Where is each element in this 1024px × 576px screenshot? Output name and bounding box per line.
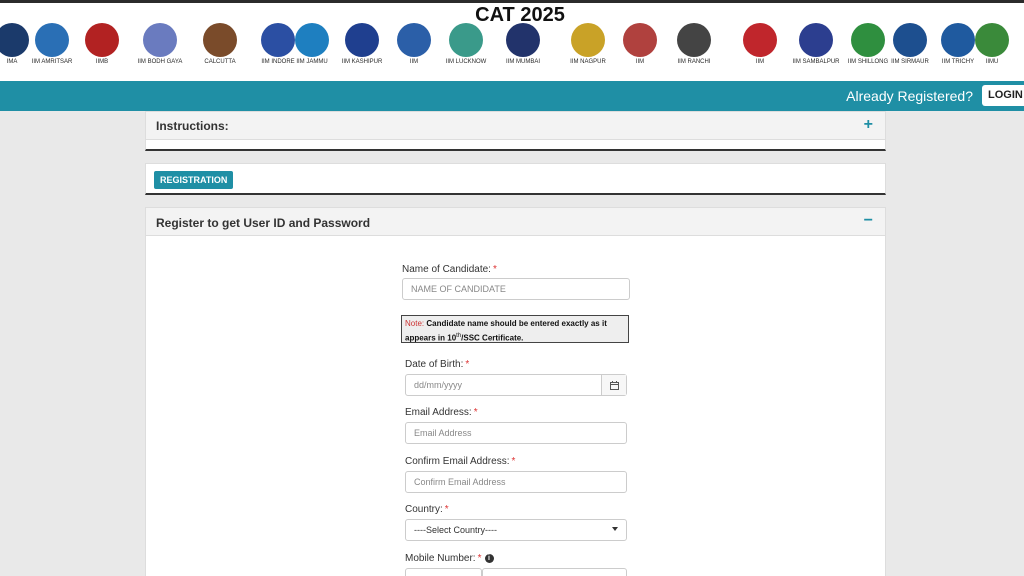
logo-emblem-icon xyxy=(345,23,379,57)
logo-caption: IIM xyxy=(409,59,419,65)
logo-caption: IIM NAGPUR xyxy=(570,59,606,65)
dob-input[interactable]: dd/mm/yyyy xyxy=(405,374,627,396)
country-selected-value: ----Select Country---- xyxy=(414,525,498,535)
logo-emblem-icon xyxy=(506,23,540,57)
country-select[interactable]: ----Select Country---- xyxy=(405,519,627,541)
instructions-panel: Instructions: + xyxy=(145,111,886,151)
calendar-icon[interactable] xyxy=(601,375,626,395)
institute-logo: IIM LUCKNOW xyxy=(436,23,496,77)
register-form-header[interactable]: Register to get User ID and Password − xyxy=(146,208,885,236)
name-label: Name of Candidate: * xyxy=(402,264,497,275)
institute-logo: IIM SAMBALPUR xyxy=(786,23,846,77)
institute-logo: IIM BODH GAYA xyxy=(130,23,190,77)
logo-emblem-icon xyxy=(571,23,605,57)
instructions-header[interactable]: Instructions: + xyxy=(146,112,885,140)
institute-logo: IIMB xyxy=(72,23,132,77)
logo-emblem-icon xyxy=(449,23,483,57)
logo-caption: IIM LUCKNOW xyxy=(445,59,487,65)
institute-logo-banner: CAT 2025 IMA IIM AMRITSAR IIMB IIM BODH GAY… xyxy=(0,3,1024,81)
required-marker: * xyxy=(465,359,470,370)
logo-emblem-icon xyxy=(397,23,431,57)
logo-caption: IIM JAMMU xyxy=(296,59,328,65)
required-marker: * xyxy=(511,456,516,467)
registration-tab[interactable]: REGISTRATION xyxy=(154,171,234,189)
logo-emblem-icon xyxy=(743,23,777,57)
logo-caption: IIM AMRITSAR xyxy=(31,59,73,65)
logo-emblem-icon xyxy=(677,23,711,57)
institute-logo: IIM xyxy=(384,23,444,77)
mobile-label-text: Mobile Number: xyxy=(405,553,476,564)
logo-emblem-icon xyxy=(35,23,69,57)
mobile-label: Mobile Number: * i xyxy=(405,553,494,564)
country-label-text: Country: xyxy=(405,504,443,515)
logo-caption: IMA xyxy=(6,59,18,65)
institute-logo: CALCUTTA xyxy=(190,23,250,77)
instructions-title: Instructions: xyxy=(156,119,229,133)
institute-logo: IIM xyxy=(730,23,790,77)
country-label: Country: * xyxy=(405,504,449,515)
name-label-text: Name of Candidate: xyxy=(402,264,491,275)
institute-logo: IIM xyxy=(610,23,670,77)
top-nav-bar: Already Registered? LOGIN H xyxy=(0,81,1024,111)
confirm-email-label-text: Confirm Email Address: xyxy=(405,456,510,467)
required-marker: * xyxy=(477,553,482,564)
confirm-email-label: Confirm Email Address: * xyxy=(405,456,515,467)
required-marker: * xyxy=(492,264,497,275)
register-form-panel: Register to get User ID and Password − N… xyxy=(145,207,886,576)
logo-caption: IIMU xyxy=(985,59,999,65)
chevron-down-icon xyxy=(612,527,618,531)
logo-caption: IIM KASHIPUR xyxy=(341,59,383,65)
logo-caption: IIMB xyxy=(95,59,109,65)
email-input[interactable]: Email Address xyxy=(405,422,627,444)
logo-caption: IIM SIRMAUR xyxy=(891,59,929,65)
logo-emblem-icon xyxy=(623,23,657,57)
logo-emblem-icon xyxy=(203,23,237,57)
institute-logo: IIM RANCHI xyxy=(664,23,724,77)
logo-emblem-icon xyxy=(975,23,1009,57)
dob-placeholder: dd/mm/yyyy xyxy=(414,380,463,390)
logo-caption: IIM BODH GAYA xyxy=(137,59,183,65)
name-note: Note: Candidate name should be entered e… xyxy=(401,315,629,343)
mobile-number-input[interactable] xyxy=(482,568,627,576)
institute-logo: IIM KASHIPUR xyxy=(332,23,392,77)
dob-label-text: Date of Birth: xyxy=(405,359,464,370)
info-icon[interactable]: i xyxy=(484,553,494,563)
dob-label: Date of Birth: * xyxy=(405,359,469,370)
logo-caption: IIM RANCHI xyxy=(677,59,711,65)
email-label: Email Address: * xyxy=(405,407,478,418)
name-input[interactable]: NAME OF CANDIDATE xyxy=(402,278,630,300)
mobile-country-code-input[interactable] xyxy=(405,568,482,576)
logo-caption: CALCUTTA xyxy=(204,59,236,65)
logo-emblem-icon xyxy=(799,23,833,57)
register-form-title: Register to get User ID and Password xyxy=(156,216,371,230)
expand-plus-icon[interactable]: + xyxy=(864,116,873,134)
required-marker: * xyxy=(444,504,449,515)
logo-emblem-icon xyxy=(893,23,927,57)
institute-logo: IIMU xyxy=(962,23,1022,77)
confirm-email-input[interactable]: Confirm Email Address xyxy=(405,471,627,493)
logo-caption: IIM xyxy=(755,59,765,65)
required-marker: * xyxy=(473,407,478,418)
login-button[interactable]: LOGIN H xyxy=(982,85,1024,106)
institute-logo: IIM MUMBAI xyxy=(493,23,553,77)
logo-caption: IIM xyxy=(635,59,645,65)
logo-emblem-icon xyxy=(295,23,329,57)
logo-emblem-icon xyxy=(85,23,119,57)
registration-tab-panel: REGISTRATION xyxy=(145,163,886,195)
institute-logo: IIM NAGPUR xyxy=(558,23,618,77)
logo-caption: IIM SAMBALPUR xyxy=(792,59,840,65)
logo-emblem-icon xyxy=(143,23,177,57)
logo-caption: IIM MUMBAI xyxy=(506,59,540,65)
note-prefix: Note: xyxy=(405,319,425,328)
already-registered-text: Already Registered? xyxy=(846,88,973,104)
collapse-minus-icon[interactable]: − xyxy=(864,212,873,230)
note-text-b: /SSC Certificate. xyxy=(461,333,524,343)
email-label-text: Email Address: xyxy=(405,407,472,418)
